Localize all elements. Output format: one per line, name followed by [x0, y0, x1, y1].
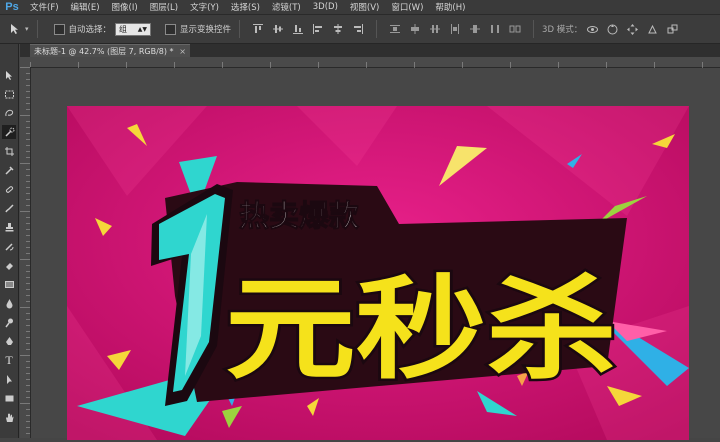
- menu-filter[interactable]: 滤镜(T): [266, 1, 307, 13]
- move-tool-icon[interactable]: [8, 22, 22, 36]
- menu-layer[interactable]: 图层(L): [144, 1, 184, 13]
- align-top-icon[interactable]: [251, 22, 265, 36]
- options-bar: ▾ 自动选择： 组 ▲▼ 显示变换控件 3D 模式：: [0, 15, 720, 44]
- mode-3d-label: 3D 模式：: [542, 25, 583, 35]
- distribute-hcenter-icon[interactable]: [468, 22, 482, 36]
- healing-brush-tool-icon[interactable]: [2, 182, 16, 196]
- document-tab-title: 未标题-1 @ 42.7% (图层 7, RGB/8) *: [34, 47, 174, 56]
- auto-select-value: 组: [119, 24, 128, 34]
- canvas-area[interactable]: 热卖爆款 元秒杀: [31, 68, 720, 440]
- distribute-left-icon[interactable]: [448, 22, 462, 36]
- path-selection-tool-icon[interactable]: [2, 372, 16, 386]
- menu-file[interactable]: 文件(F): [24, 1, 65, 13]
- menu-select[interactable]: 选择(S): [225, 1, 266, 13]
- divider: [36, 20, 38, 38]
- distribute-vcenter-icon[interactable]: [408, 22, 422, 36]
- dodge-tool-icon[interactable]: [2, 315, 16, 329]
- crop-tool-icon[interactable]: [2, 144, 16, 158]
- headline-hot-sale: 热卖爆款: [239, 199, 360, 234]
- blur-tool-icon[interactable]: [2, 296, 16, 310]
- eyedropper-tool-icon[interactable]: [2, 163, 16, 177]
- pen-tool-icon[interactable]: [2, 334, 16, 348]
- align-hcenter-icon[interactable]: [331, 22, 345, 36]
- vertical-ruler-ticks: [20, 67, 30, 434]
- menu-3d[interactable]: 3D(D): [307, 2, 344, 12]
- 3d-roll-icon[interactable]: [605, 22, 619, 36]
- auto-select-dropdown[interactable]: 组 ▲▼: [115, 22, 152, 36]
- headline-flash-sale: 元秒杀: [225, 265, 617, 395]
- type-tool-glyph: T: [5, 352, 13, 367]
- menu-image[interactable]: 图像(I): [106, 1, 144, 13]
- photoshop-logo[interactable]: Ps: [0, 0, 24, 14]
- divider: [376, 20, 378, 38]
- menu-window[interactable]: 窗口(W): [385, 1, 429, 13]
- horizontal-ruler[interactable]: [30, 57, 720, 72]
- align-right-icon[interactable]: [351, 22, 365, 36]
- 3d-pan-icon[interactable]: [625, 22, 639, 36]
- align-bottom-icon[interactable]: [291, 22, 305, 36]
- 3d-slide-icon[interactable]: [645, 22, 659, 36]
- show-transform-checkbox[interactable]: [165, 23, 177, 35]
- divider: [533, 20, 535, 38]
- menu-bar: Ps 文件(F) 编辑(E) 图像(I) 图层(L) 文字(Y) 选择(S) 滤…: [0, 0, 720, 15]
- type-tool-icon[interactable]: T: [2, 353, 16, 367]
- menu-edit[interactable]: 编辑(E): [65, 1, 106, 13]
- lasso-tool-icon[interactable]: [2, 106, 16, 120]
- rectangle-tool-icon[interactable]: [2, 391, 16, 405]
- tools-panel: T: [0, 44, 19, 438]
- quick-selection-tool-icon[interactable]: [2, 125, 16, 139]
- auto-select-checkbox[interactable]: [53, 23, 65, 35]
- brush-tool-icon[interactable]: [2, 201, 16, 215]
- ruler-corner[interactable]: [20, 57, 30, 67]
- tool-preset-chevron-icon[interactable]: ▾: [25, 25, 29, 33]
- menu-type[interactable]: 文字(Y): [184, 1, 225, 13]
- 3d-scale-icon[interactable]: [665, 22, 679, 36]
- history-brush-tool-icon[interactable]: [2, 239, 16, 253]
- distribute-top-icon[interactable]: [388, 22, 402, 36]
- menu-help[interactable]: 帮助(H): [429, 1, 471, 13]
- marquee-tool-icon[interactable]: [2, 87, 16, 101]
- distribute-right-icon[interactable]: [488, 22, 502, 36]
- document-tab-strip: 未标题-1 @ 42.7% (图层 7, RGB/8) * ×: [20, 44, 720, 57]
- document-canvas[interactable]: 热卖爆款 元秒杀: [67, 106, 689, 440]
- move-tool-icon[interactable]: [2, 68, 16, 82]
- eraser-tool-icon[interactable]: [2, 258, 16, 272]
- vertical-ruler[interactable]: [20, 67, 31, 438]
- divider: [239, 20, 241, 38]
- gradient-tool-icon[interactable]: [2, 277, 16, 291]
- auto-align-icon[interactable]: [508, 22, 522, 36]
- menu-view[interactable]: 视图(V): [344, 1, 385, 13]
- chevron-down-icon: ▲▼: [137, 25, 148, 33]
- clone-stamp-tool-icon[interactable]: [2, 220, 16, 234]
- show-transform-label: 显示变换控件: [180, 25, 232, 35]
- align-left-icon[interactable]: [311, 22, 325, 36]
- artwork-svg: 热卖爆款 元秒杀: [67, 106, 689, 440]
- hand-tool-icon[interactable]: [2, 410, 16, 424]
- distribute-bottom-icon[interactable]: [428, 22, 442, 36]
- document-tab[interactable]: 未标题-1 @ 42.7% (图层 7, RGB/8) * ×: [30, 44, 190, 57]
- align-vcenter-icon[interactable]: [271, 22, 285, 36]
- 3d-rotate-icon[interactable]: [585, 22, 599, 36]
- auto-select-label: 自动选择：: [68, 25, 112, 35]
